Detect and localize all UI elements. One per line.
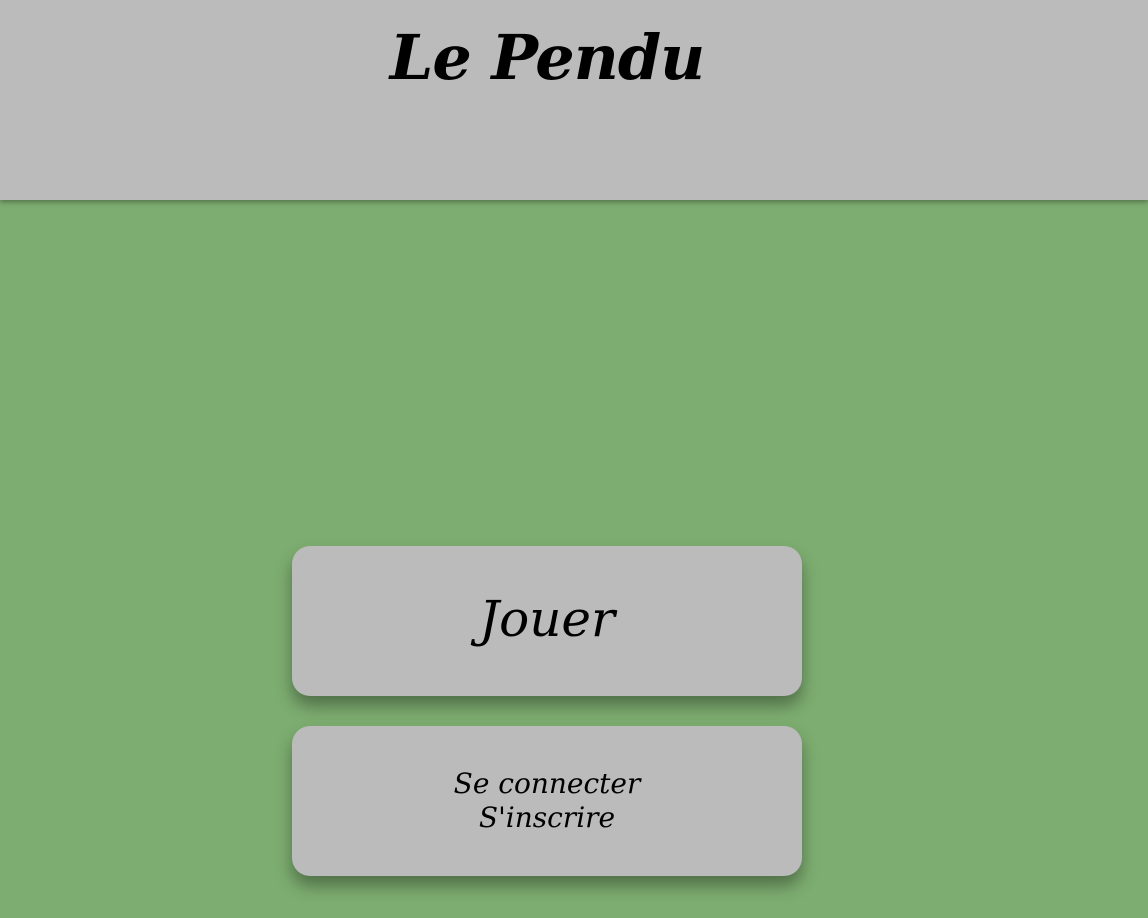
play-button-label: Jouer [479,590,615,648]
login-label: Se connecter [453,767,641,800]
auth-button[interactable]: Se connecter S'inscrire [292,726,802,876]
page-title: Le Pendu [389,21,706,94]
signup-label: S'inscrire [478,801,616,834]
play-button[interactable]: Jouer [292,546,802,696]
header-bar: Le Pendu [0,0,1148,200]
